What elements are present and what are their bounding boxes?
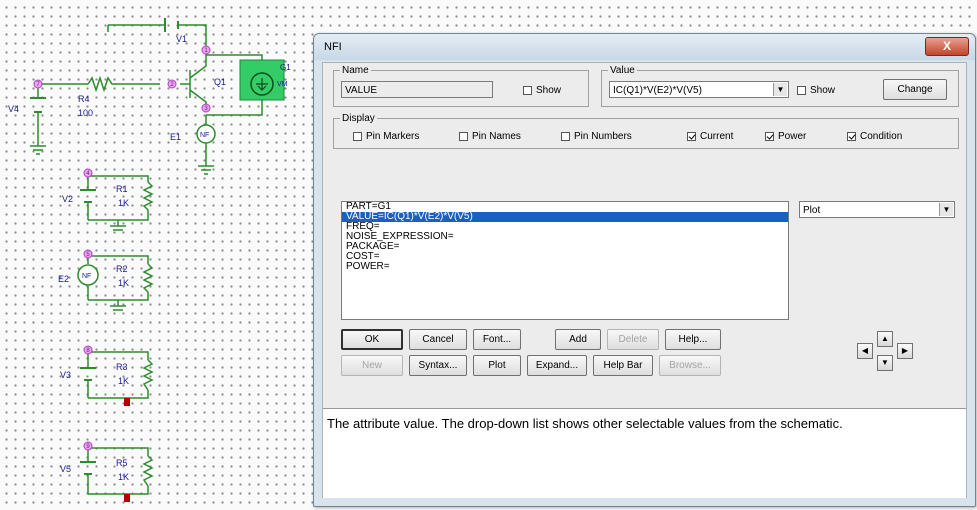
- schematic-canvas[interactable]: V1 Q1 G1 VM V4 R4 100 E1 NF V2 R1 1K E2 …: [0, 0, 330, 510]
- attribute-item-selected[interactable]: VALUE=IC(Q1)*V(E2)*V(V5): [342, 212, 788, 222]
- attribute-dialog: NFI X Name VALUE Show Value IC(Q1)*V(E2)…: [313, 33, 976, 507]
- font-button[interactable]: Font...: [473, 329, 521, 350]
- pin-names-label: Pin Names: [472, 131, 521, 142]
- pin-markers-label: Pin Markers: [366, 131, 420, 142]
- label-v2: V2: [62, 194, 73, 204]
- value-show-label: Show: [810, 85, 836, 96]
- pin-numbers-label: Pin Numbers: [574, 131, 632, 142]
- browse-button[interactable]: Browse...: [659, 355, 721, 376]
- label-r3: R3: [116, 362, 128, 372]
- label-r5: R5: [116, 458, 128, 468]
- label-r1-value: 1K: [118, 198, 129, 208]
- expand-button[interactable]: Expand...: [527, 355, 587, 376]
- close-button[interactable]: X: [925, 37, 969, 56]
- help-button[interactable]: Help...: [665, 329, 721, 350]
- label-r4: R4: [78, 94, 90, 104]
- pin-markers-checkbox[interactable]: Pin Markers: [353, 131, 419, 142]
- dialog-title-bar[interactable]: NFI X: [314, 34, 975, 60]
- label-v1: V1: [176, 34, 187, 44]
- attribute-item[interactable]: PACKAGE=: [342, 242, 788, 252]
- arrow-down-icon[interactable]: ▼: [877, 355, 893, 371]
- pin-markers-box[interactable]: [353, 132, 362, 141]
- condition-label: Condition: [860, 131, 903, 142]
- arrow-right-icon[interactable]: ▶: [897, 343, 913, 359]
- arrow-left-icon[interactable]: ◀: [857, 343, 873, 359]
- label-v5: V5: [60, 464, 71, 474]
- add-button[interactable]: Add: [555, 329, 601, 350]
- pin-numbers-box[interactable]: [561, 132, 570, 141]
- condition-checkbox[interactable]: Condition: [847, 131, 902, 142]
- label-g1: G1: [280, 63, 291, 72]
- name-field[interactable]: VALUE: [341, 81, 493, 98]
- delete-button[interactable]: Delete: [607, 329, 659, 350]
- label-e2-nf: NF: [82, 273, 91, 280]
- plot-select[interactable]: Plot ▼: [799, 201, 955, 218]
- plot-select-value: Plot: [803, 205, 821, 216]
- dialog-title: NFI: [324, 41, 342, 53]
- close-icon: X: [942, 39, 951, 53]
- plot-button[interactable]: Plot: [473, 355, 521, 376]
- power-checkbox[interactable]: Power: [765, 131, 806, 142]
- power-label: Power: [778, 131, 807, 142]
- current-checkbox[interactable]: Current: [687, 131, 733, 142]
- syntax-button[interactable]: Syntax...: [409, 355, 467, 376]
- value-show-box[interactable]: [797, 86, 806, 95]
- ok-button[interactable]: OK: [341, 329, 403, 350]
- name-group-label: Name: [342, 65, 369, 76]
- new-button[interactable]: New: [341, 355, 403, 376]
- help-text: The attribute value. The drop-down list …: [327, 416, 843, 431]
- attribute-item[interactable]: POWER=: [342, 262, 788, 272]
- label-g1-vm: VM: [277, 81, 288, 88]
- label-v4: V4: [8, 104, 19, 114]
- label-r3-value: 1K: [118, 376, 129, 386]
- pin-names-checkbox[interactable]: Pin Names: [459, 131, 521, 142]
- label-e1: E1: [170, 132, 181, 142]
- dropdown-arrow-icon[interactable]: ▼: [773, 83, 787, 96]
- label-r5-value: 1K: [118, 472, 129, 482]
- label-e1-nf: NF: [200, 132, 209, 139]
- help-bar-button[interactable]: Help Bar: [593, 355, 653, 376]
- attribute-item[interactable]: COST=: [342, 252, 788, 262]
- pin-names-box[interactable]: [459, 132, 468, 141]
- current-box[interactable]: [687, 132, 696, 141]
- name-show-box[interactable]: [523, 86, 532, 95]
- label-v3: V3: [60, 370, 71, 380]
- value-field-text: IC(Q1)*V(E2)*V(V5): [613, 85, 702, 96]
- display-group-label: Display: [342, 113, 375, 124]
- pin-numbers-checkbox[interactable]: Pin Numbers: [561, 131, 632, 142]
- help-bar: The attribute value. The drop-down list …: [323, 408, 966, 498]
- name-show-checkbox[interactable]: Show: [523, 85, 561, 96]
- condition-box[interactable]: [847, 132, 856, 141]
- dialog-client-area: Name VALUE Show Value IC(Q1)*V(E2)*V(V5)…: [322, 62, 967, 498]
- attribute-item[interactable]: NOISE_EXPRESSION=: [342, 232, 788, 242]
- power-box[interactable]: [765, 132, 774, 141]
- change-button[interactable]: Change: [883, 79, 947, 100]
- label-r1: R1: [116, 184, 128, 194]
- value-show-checkbox[interactable]: Show: [797, 85, 835, 96]
- arrow-up-icon[interactable]: ▲: [877, 331, 893, 347]
- name-show-label: Show: [536, 85, 562, 96]
- label-q1: Q1: [214, 77, 226, 87]
- dropdown-arrow-icon[interactable]: ▼: [939, 203, 953, 216]
- attribute-list[interactable]: PART=G1 VALUE=IC(Q1)*V(E2)*V(V5) FREQ= NOIS…: [341, 201, 789, 320]
- label-r2-value: 1K: [118, 278, 129, 288]
- value-field[interactable]: IC(Q1)*V(E2)*V(V5) ▼: [609, 81, 789, 98]
- label-r2: R2: [116, 264, 128, 274]
- label-r4-value: 100: [78, 108, 93, 118]
- cancel-button[interactable]: Cancel: [409, 329, 467, 350]
- current-label: Current: [700, 131, 734, 142]
- label-e2: E2: [58, 274, 69, 284]
- value-group-label: Value: [610, 65, 635, 76]
